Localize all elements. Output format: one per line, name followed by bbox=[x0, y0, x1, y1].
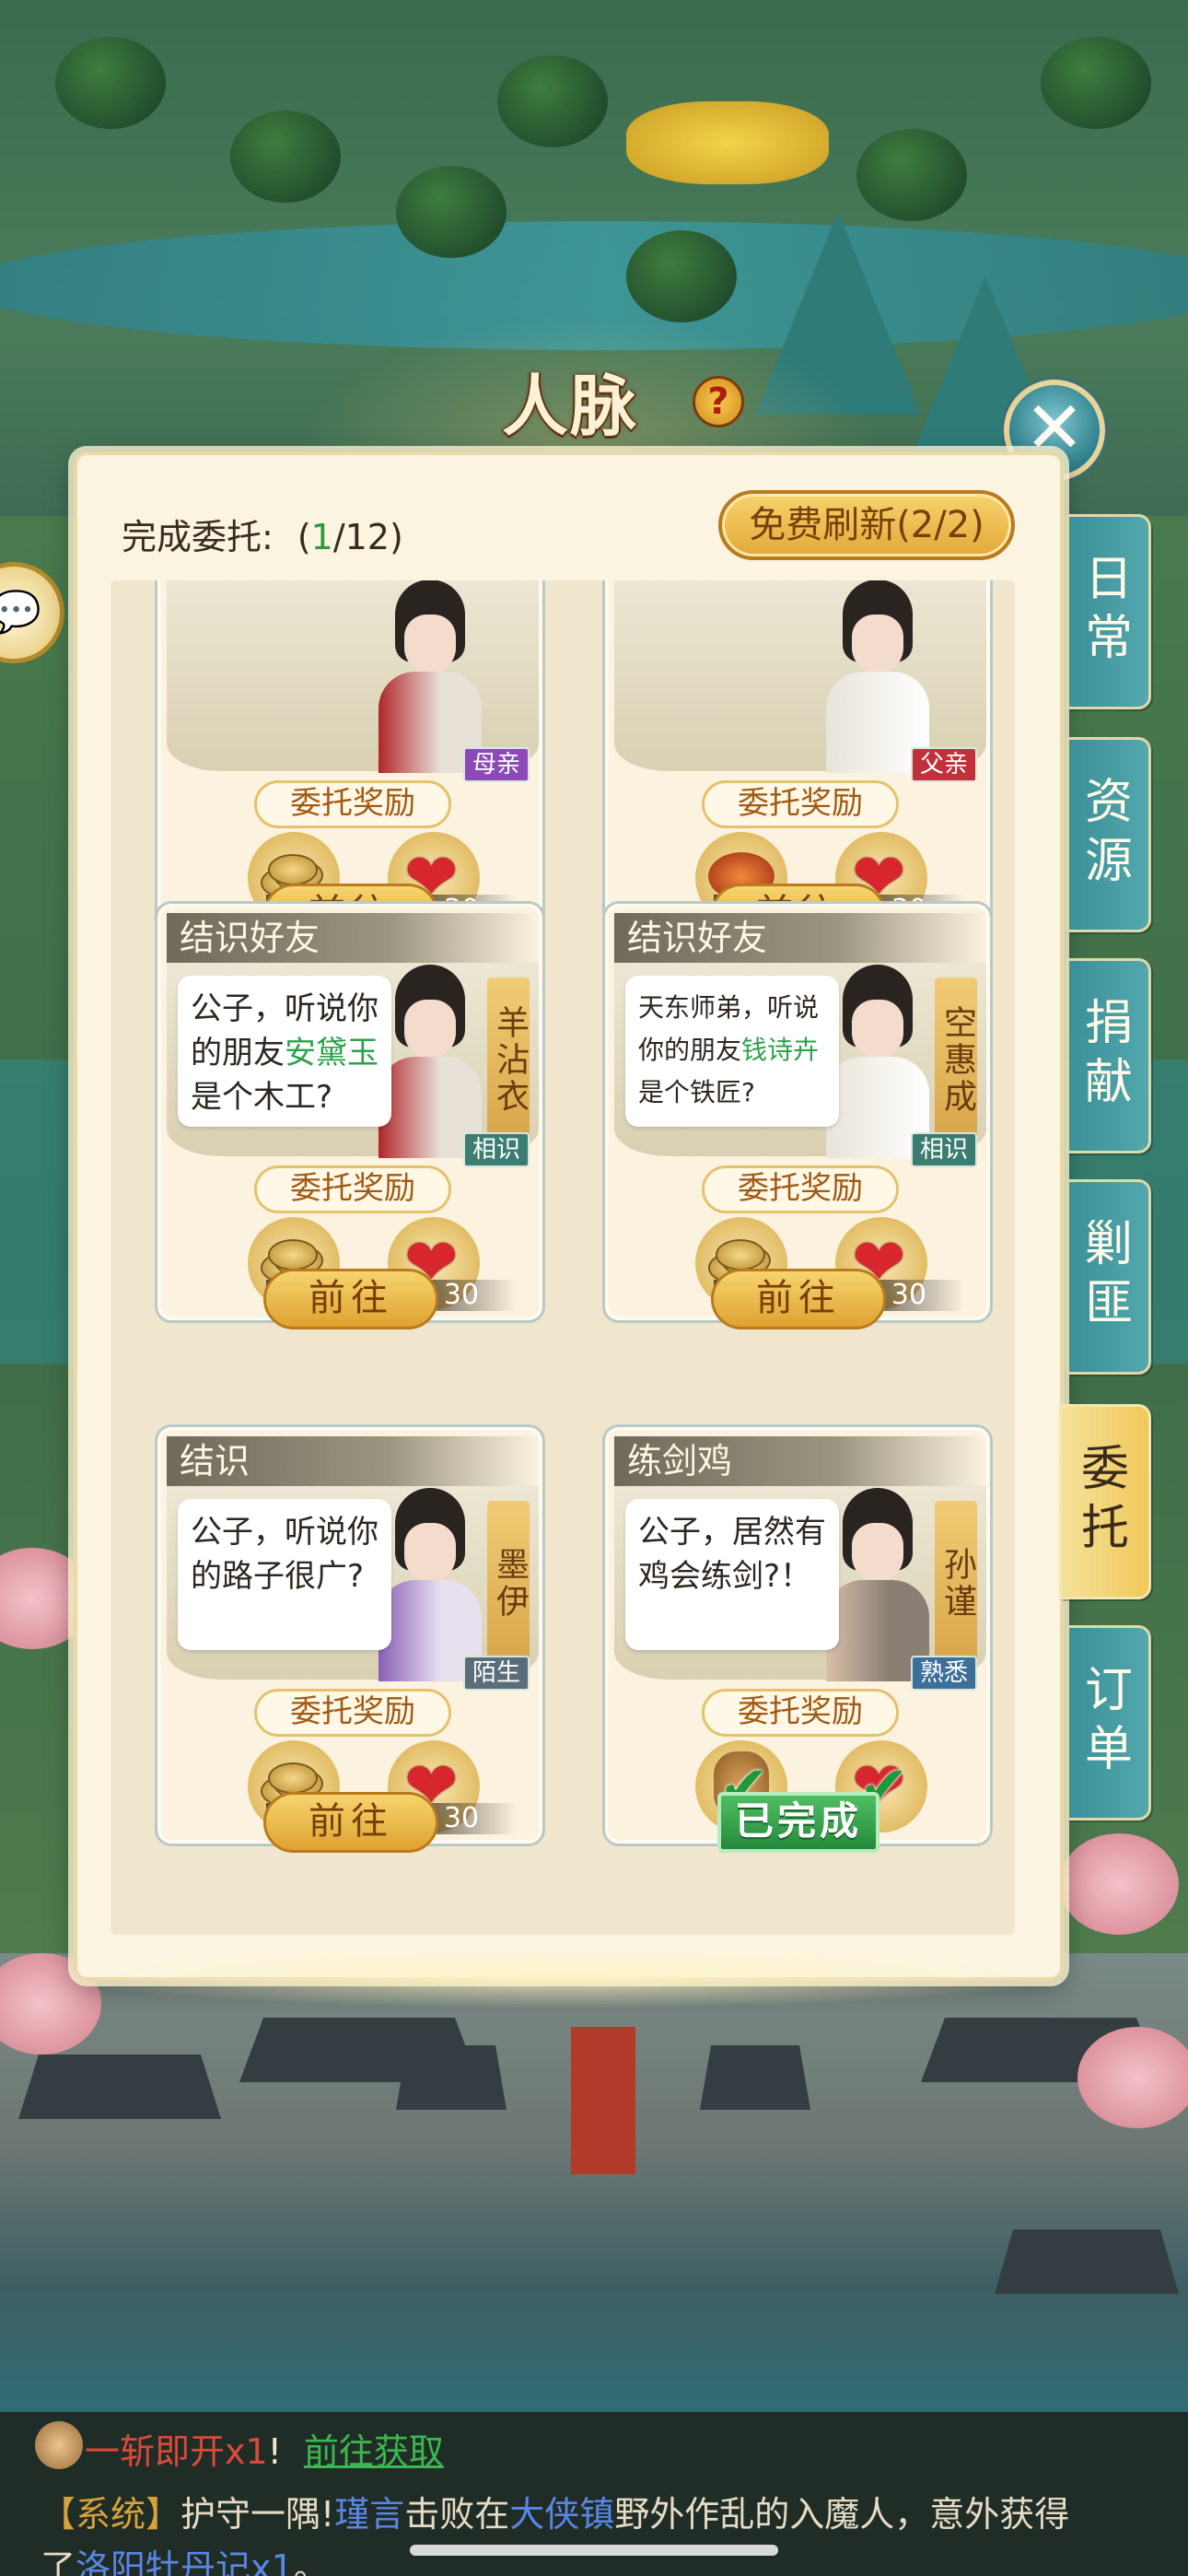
tab-bandits[interactable]: 剿匪 bbox=[1066, 1179, 1151, 1375]
progress-open: ( bbox=[297, 517, 311, 557]
commission-card: 母亲 委托奖励 7000 ❤ 30 前往 bbox=[155, 580, 545, 944]
relation-badge: 母亲 bbox=[463, 747, 530, 782]
character-name: 羊沾衣 bbox=[487, 978, 530, 1136]
progress-done-count: 1 bbox=[310, 517, 333, 557]
reward-label: 委托奖励 bbox=[702, 1165, 899, 1213]
dialog-text-end: 是个铁匠? bbox=[638, 1077, 755, 1107]
reward-label: 委托奖励 bbox=[254, 780, 451, 828]
commission-list[interactable]: 母亲 委托奖励 7000 ❤ 30 前往 父亲 委托奖励 3 ❤ 30 前往 bbox=[111, 580, 1015, 1935]
character-portrait bbox=[826, 580, 929, 773]
tab-donate[interactable]: 捐献 bbox=[1066, 958, 1151, 1153]
progress-total: /12) bbox=[332, 517, 403, 557]
dialog-bubble: 天东师弟，听说你的朋友钱诗卉是个铁匠? bbox=[625, 976, 839, 1127]
go-button[interactable]: 前往 bbox=[263, 1269, 438, 1329]
reward-label: 委托奖励 bbox=[702, 1689, 899, 1737]
chat-line-system: 【系统】护守一隅!瑾言击败在大侠镇野外作乱的入魔人，意外获得 bbox=[41, 2486, 1069, 2536]
relation-badge: 相识 bbox=[463, 1132, 530, 1167]
chat-item-name: 一斩即开x1 bbox=[85, 2431, 268, 2472]
player-name-link[interactable]: 瑾言 bbox=[334, 2494, 404, 2535]
chat-item-icon bbox=[35, 2421, 83, 2469]
commission-title: 结识好友 bbox=[167, 913, 539, 963]
character-portrait bbox=[379, 580, 482, 773]
reward-label: 委托奖励 bbox=[254, 1689, 451, 1737]
character-portrait bbox=[379, 965, 482, 1158]
character-portrait bbox=[826, 1488, 929, 1681]
chat-text: 了 bbox=[41, 2547, 76, 2576]
page-title: 人脉 bbox=[502, 368, 639, 445]
home-indicator[interactable] bbox=[410, 2545, 778, 2556]
tab-daily[interactable]: 日常 bbox=[1066, 514, 1151, 709]
commission-card: 父亲 委托奖励 3 ❤ 30 前往 bbox=[602, 580, 993, 944]
relation-badge: 父亲 bbox=[911, 747, 977, 782]
dialog-bubble: 公子，听说你的路子很广? bbox=[178, 1499, 391, 1650]
character-name: 孙谨 bbox=[935, 1501, 977, 1659]
chat-line-item: 一斩即开x1! 前往获取 bbox=[85, 2423, 444, 2474]
commission-card: 结识好友 天东师弟，听说你的朋友钱诗卉是个铁匠? 空惠成 相识 委托奖励 700… bbox=[590, 887, 993, 1329]
dialog-highlight: 安黛玉 bbox=[285, 1035, 379, 1071]
character-portrait bbox=[826, 965, 929, 1158]
commission-title: 练剑鸡 bbox=[614, 1436, 986, 1486]
reward-label: 委托奖励 bbox=[702, 780, 899, 828]
commission-card: 练剑鸡 公子，居然有鸡会练剑?！ 孙谨 熟悉 委托奖励 ✔ ❤ ✔ 已完成 bbox=[590, 1411, 993, 1853]
reward-label: 委托奖励 bbox=[254, 1165, 451, 1213]
go-button[interactable]: 前往 bbox=[711, 1269, 886, 1329]
item-name-link[interactable]: 洛阳牡丹记x1 bbox=[76, 2547, 294, 2576]
portrait-backdrop bbox=[167, 580, 539, 771]
chat-text: 野外作乱的入魔人，意外获得 bbox=[614, 2494, 1070, 2535]
progress-label: 完成委托: (1/12) bbox=[122, 509, 403, 559]
chat-text: 。 bbox=[293, 2547, 329, 2576]
chat-line-continued: 了洛阳牡丹记x1。 bbox=[41, 2539, 329, 2576]
character-portrait bbox=[379, 1488, 482, 1681]
relation-badge: 相识 bbox=[911, 1132, 977, 1167]
help-icon[interactable]: ? bbox=[693, 376, 744, 427]
character-name: 墨伊 bbox=[487, 1501, 530, 1659]
dialog-text: 公子，居然有鸡会练剑?！ bbox=[638, 1514, 826, 1595]
system-tag: 【系统】 bbox=[41, 2494, 181, 2535]
panel-bottom-decoration bbox=[55, 1944, 1068, 2008]
commission-card: 结识好友 公子，听说你的朋友安黛玉是个木工? 羊沾衣 相识 委托奖励 7000 … bbox=[143, 887, 545, 1329]
go-get-link[interactable]: 前往获取 bbox=[304, 2431, 444, 2472]
commission-card: 结识 公子，听说你的路子很广? 墨伊 陌生 委托奖励 7000 ❤ 30 前往 bbox=[143, 1411, 545, 1853]
relation-badge: 熟悉 bbox=[911, 1656, 977, 1691]
relation-badge: 陌生 bbox=[463, 1656, 530, 1691]
tab-resources[interactable]: 资源 bbox=[1066, 737, 1151, 932]
progress-label-text: 完成委托: bbox=[122, 517, 274, 557]
chat-separator: ! bbox=[267, 2431, 282, 2472]
character-name: 空惠成 bbox=[935, 978, 977, 1136]
tab-orders[interactable]: 订单 bbox=[1066, 1625, 1151, 1821]
dialog-text-end: 是个木工? bbox=[191, 1079, 333, 1116]
free-refresh-button[interactable]: 免费刷新(2/2) bbox=[718, 490, 1015, 560]
completed-badge: 已完成 bbox=[717, 1792, 879, 1853]
tab-commission[interactable]: 委托 bbox=[1059, 1404, 1151, 1599]
chat-text: 击败在 bbox=[404, 2494, 510, 2535]
dialog-bubble: 公子，居然有鸡会练剑?！ bbox=[625, 1499, 839, 1650]
dialog-text: 公子，听说你的路子很广? bbox=[191, 1514, 379, 1595]
go-button[interactable]: 前往 bbox=[263, 1792, 438, 1853]
dialog-highlight: 钱诗卉 bbox=[741, 1035, 820, 1065]
commission-title: 结识好友 bbox=[614, 913, 986, 963]
place-name-link[interactable]: 大侠镇 bbox=[509, 2494, 614, 2535]
chat-text: 护守一隅! bbox=[181, 2494, 335, 2535]
dialog-bubble: 公子，听说你的朋友安黛玉是个木工? bbox=[178, 976, 391, 1127]
commission-title: 结识 bbox=[167, 1436, 539, 1486]
portrait-backdrop bbox=[614, 580, 986, 771]
